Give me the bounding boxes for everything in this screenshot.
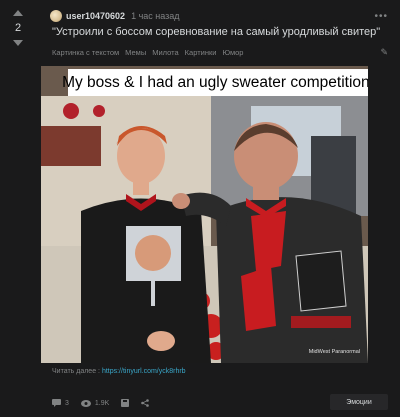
avatar[interactable]	[50, 10, 62, 22]
post-card: user10470602 1 час назад ••• "Устроили с…	[36, 0, 400, 417]
comment-icon	[52, 399, 61, 407]
more-options-icon[interactable]: •••	[374, 11, 388, 22]
read-more-link[interactable]: https://tinyurl.com/yck8rhrb	[102, 368, 186, 375]
tag-list: Картинка с текстом Мемы Милота Картинки …	[52, 48, 388, 57]
comments-count[interactable]: 3	[52, 399, 69, 407]
read-more-label: Читать далее :	[52, 368, 102, 375]
edit-pencil-icon[interactable]: ✎	[380, 47, 388, 58]
tag-item[interactable]: Картинки	[185, 48, 217, 57]
read-more: Читать далее : https://tinyurl.com/yck8r…	[52, 368, 186, 375]
post-timestamp: 1 час назад	[131, 11, 180, 21]
views-value: 1.9K	[94, 399, 110, 407]
post-header: user10470602 1 час назад •••	[50, 8, 388, 24]
image-watermark: MidWest Paranormal	[308, 349, 360, 355]
sweater-photo-illustration	[41, 66, 368, 363]
tag-item[interactable]: Картинка с текстом	[52, 48, 119, 57]
tag-item[interactable]: Милота	[152, 48, 178, 57]
username[interactable]: user10470602	[66, 11, 125, 21]
post-title[interactable]: "Устроили с боссом соревнование на самый…	[52, 26, 388, 38]
vote-score: 2	[14, 22, 22, 34]
comments-value: 3	[65, 399, 69, 407]
upvote-arrow-icon[interactable]	[13, 10, 23, 16]
eye-icon	[80, 399, 91, 407]
post-image[interactable]: My boss & I had an ugly sweater competit…	[41, 66, 368, 363]
views-count: 1.9K	[80, 399, 110, 407]
save-icon[interactable]	[121, 399, 130, 407]
emotions-button[interactable]: Эмоции	[330, 394, 388, 410]
image-caption: My boss & I had an ugly sweater competit…	[62, 69, 368, 96]
share-icon[interactable]	[141, 399, 150, 407]
downvote-arrow-icon[interactable]	[13, 40, 23, 46]
vote-column: 2	[0, 0, 36, 80]
tag-item[interactable]: Мемы	[125, 48, 146, 57]
tag-item[interactable]: Юмор	[222, 48, 243, 57]
